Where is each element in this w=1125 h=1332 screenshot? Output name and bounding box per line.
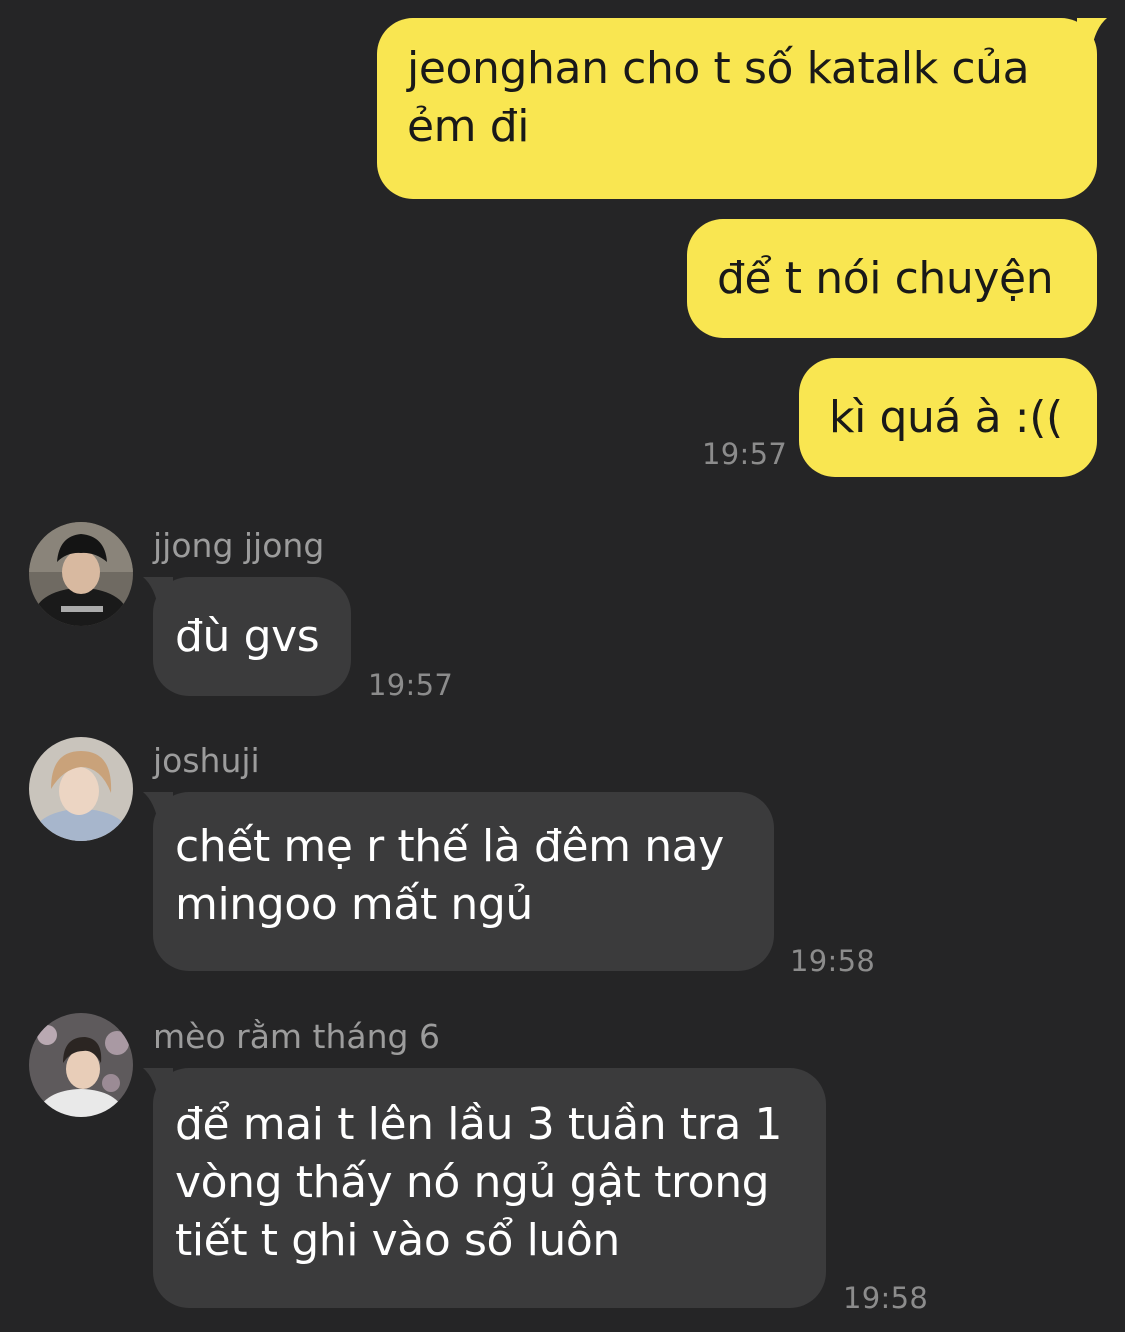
message-text: vòng thấy nó ngủ gật trong [175,1157,770,1208]
incoming-message-bubble[interactable]: để mai t lên lầu 3 tuần tra 1 vòng thấy … [143,1068,826,1308]
bubble-tail-icon [1077,18,1107,52]
bubble-tail-icon [143,577,173,611]
outgoing-message-bubble[interactable]: kì quá à :(( [799,358,1097,477]
bubble-tail-icon [143,1068,173,1102]
message-text: chết mẹ r thế là đêm nay [175,821,724,872]
message-timestamp: 19:57 [368,668,454,702]
sender-avatar[interactable] [29,737,133,841]
avatar-photo-icon [29,1013,133,1117]
outgoing-message-bubble[interactable]: để t nói chuyện [687,219,1097,338]
outgoing-message-bubble[interactable]: jeonghan cho t số katalk của ẻm đi [377,18,1107,199]
sender-name: joshuji [153,741,260,780]
message-timestamp: 19:58 [843,1281,929,1315]
message-text: đù gvs [175,611,320,662]
sender-name: mèo rằm tháng 6 [153,1017,440,1056]
message-text: mingoo mất ngủ [175,879,533,930]
message-text: kì quá à :(( [829,392,1063,443]
message-text: ẻm đi [407,101,530,152]
message-text: tiết t ghi vào sổ luôn [175,1215,620,1266]
sender-name: jjong jjong [153,526,325,565]
sender-avatar[interactable] [29,522,133,626]
avatar-photo-icon [29,522,133,626]
sender-avatar[interactable] [29,1013,133,1117]
incoming-message-bubble[interactable]: chết mẹ r thế là đêm nay mingoo mất ngủ [143,792,774,971]
message-timestamp: 19:57 [702,437,788,471]
message-text: jeonghan cho t số katalk của [407,43,1030,94]
incoming-message-bubble[interactable]: đù gvs [143,577,351,696]
message-timestamp: 19:58 [790,944,876,978]
bubble-tail-icon [143,792,173,826]
message-text: để mai t lên lầu 3 tuần tra 1 [175,1099,783,1150]
avatar-photo-icon [29,737,133,841]
message-text: để t nói chuyện [717,253,1054,304]
chat-screen: jeonghan cho t số katalk của ẻm đi để t … [0,0,1125,1332]
